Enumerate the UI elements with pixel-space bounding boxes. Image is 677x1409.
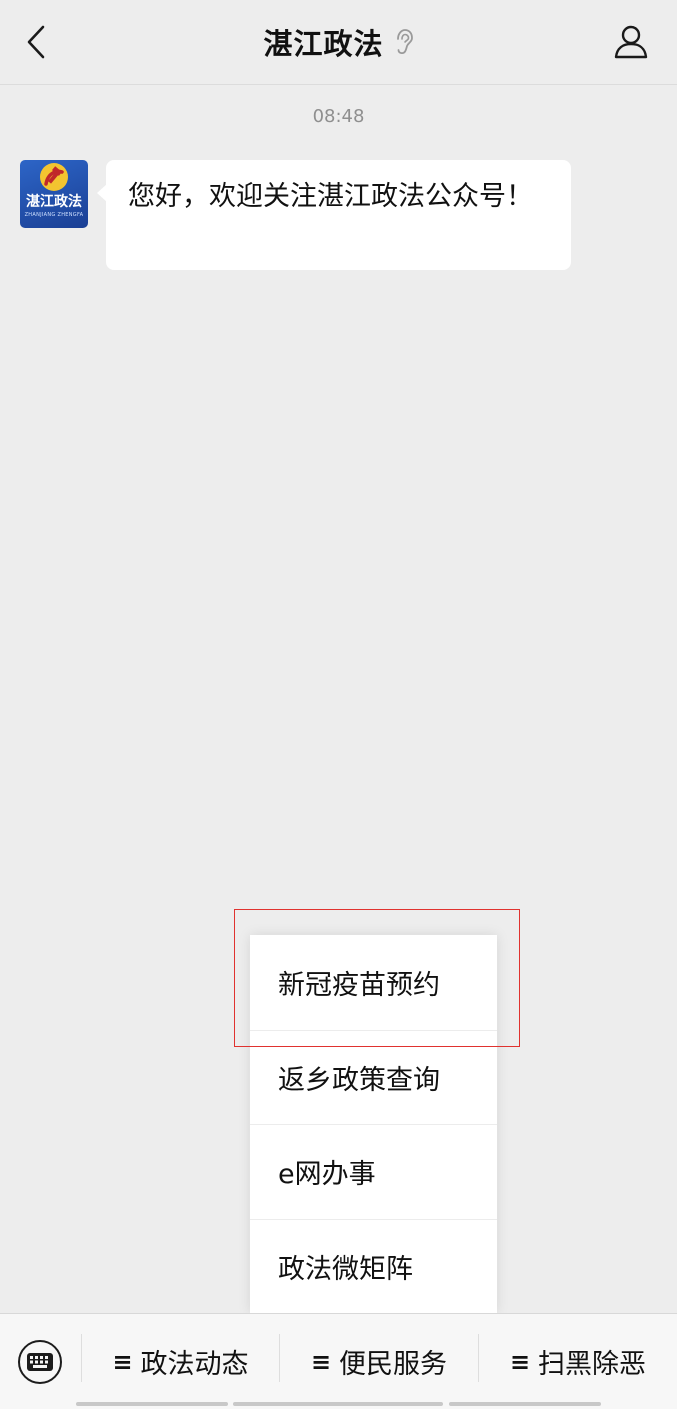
keyboard-toggle-button[interactable]: [18, 1340, 62, 1384]
ear-icon: [396, 29, 413, 55]
scroll-indicator: [449, 1402, 601, 1406]
tab-anti-crime[interactable]: ≡ 扫黑除恶: [479, 1314, 677, 1409]
header-bar: 湛江政法: [0, 0, 677, 85]
official-account-avatar[interactable]: 湛江政法 ZHANJIANG ZHENGFA: [20, 160, 88, 228]
menu-lines-icon: ≡: [310, 1347, 332, 1376]
chevron-left-icon: [27, 25, 45, 59]
message-bubble: 您好，欢迎关注湛江政法公众号！: [97, 160, 571, 270]
title-container: 湛江政法: [0, 0, 677, 84]
person-icon: [614, 25, 648, 59]
tab-label: 政法动态: [140, 1349, 249, 1380]
scroll-indicator: [233, 1402, 443, 1406]
page-title: 湛江政法: [263, 27, 384, 61]
avatar-label: 湛江政法: [26, 194, 82, 210]
submenu-popup: 新冠疫苗预约 返乡政策查询 e网办事 政法微矩阵: [250, 935, 497, 1313]
tab-label: 便民服务: [339, 1349, 448, 1380]
message-timestamp: 08:48: [312, 106, 365, 127]
avatar-sub-label: ZHANJIANG ZHENGFA: [24, 212, 84, 218]
tab-legal-news[interactable]: ≡ 政法动态: [82, 1314, 279, 1409]
profile-button[interactable]: [611, 22, 651, 62]
keyboard-icon: [27, 1353, 53, 1371]
back-button[interactable]: [18, 22, 54, 62]
submenu-item-media-matrix[interactable]: 政法微矩阵: [250, 1218, 497, 1314]
submenu-item-return-policy[interactable]: 返乡政策查询: [250, 1029, 497, 1125]
party-emblem-icon: [40, 163, 68, 191]
scroll-indicator: [76, 1402, 228, 1406]
menu-lines-icon: ≡: [509, 1347, 531, 1376]
menu-lines-icon: ≡: [112, 1347, 133, 1376]
submenu-item-vaccine-booking[interactable]: 新冠疫苗预约: [250, 935, 497, 1030]
bottom-menu-bar: ≡ 政法动态 ≡ 便民服务 ≡ 扫黑除恶: [0, 1313, 677, 1409]
tab-public-services[interactable]: ≡ 便民服务: [280, 1314, 478, 1409]
submenu-item-online-services[interactable]: e网办事: [250, 1124, 497, 1219]
tab-label: 扫黑除恶: [538, 1349, 647, 1380]
